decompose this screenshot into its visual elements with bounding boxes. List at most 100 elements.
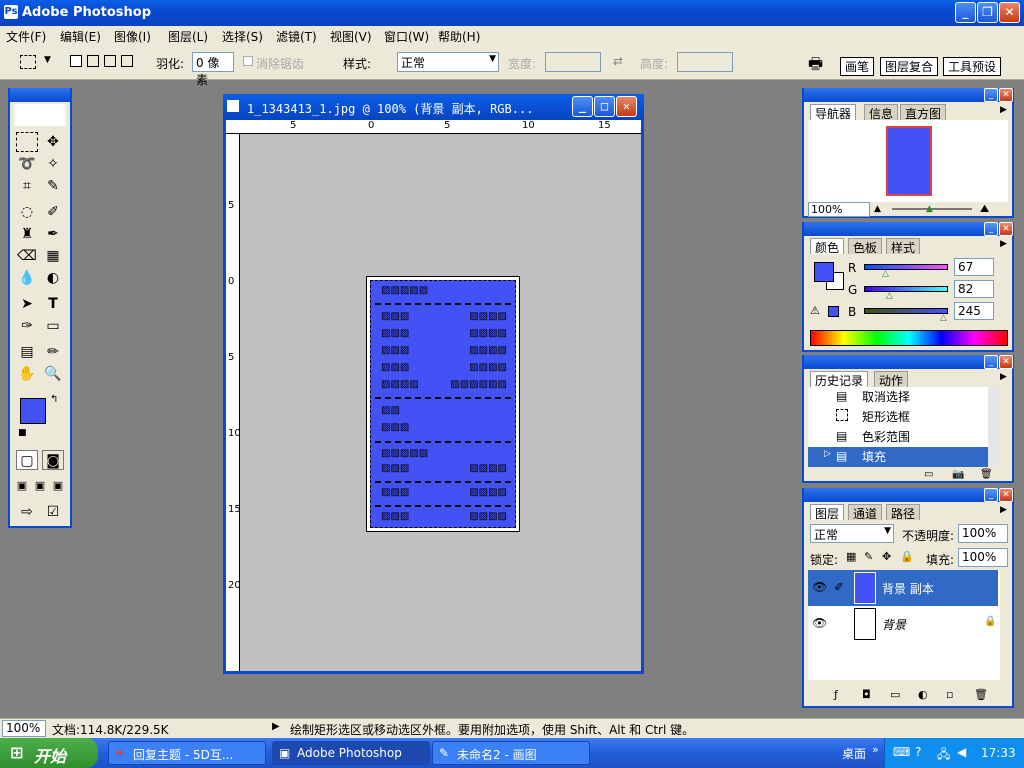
tab-layer-comps[interactable]: 图层复合 <box>880 57 939 76</box>
color-ramp[interactable] <box>810 330 1008 346</box>
hand-icon[interactable]: ✋ <box>16 364 38 384</box>
new-selection-icon[interactable] <box>70 55 82 67</box>
menu-edit[interactable]: 编辑(E) <box>60 28 101 45</box>
tab-histogram[interactable]: 直方图 <box>900 104 947 121</box>
navigator-zoom-input[interactable]: 100% <box>808 202 870 217</box>
tab-paths[interactable]: 路径 <box>886 504 921 521</box>
blend-mode-select[interactable]: 正常 ▼ <box>810 524 894 543</box>
r-slider-thumb[interactable]: △ <box>882 269 889 279</box>
tab-brushes[interactable]: 画笔 <box>840 57 875 76</box>
tab-styles[interactable]: 样式 <box>886 238 921 255</box>
status-zoom-input[interactable]: 100% <box>2 720 46 737</box>
doc-close-button[interactable]: ✕ <box>616 96 637 117</box>
menu-view[interactable]: 视图(V) <box>330 28 372 45</box>
status-doc-info[interactable]: 文档:114.8K/229.5K <box>52 721 169 738</box>
type-tool-icon[interactable]: T <box>42 294 64 314</box>
history-brush-icon[interactable]: ✒ <box>42 224 64 244</box>
history-item[interactable]: ▤ 色彩范围 <box>808 427 998 447</box>
brush-link-icon[interactable]: ✐ <box>834 580 844 594</box>
notes-icon[interactable]: ▤ <box>16 342 38 362</box>
zoom-in-icon[interactable]: ⛰ <box>980 202 989 216</box>
blur-icon[interactable]: 💧 <box>16 268 38 288</box>
palette-close-button[interactable]: ✕ <box>999 88 1013 102</box>
new-layer-icon[interactable]: ▫ <box>946 688 953 701</box>
swap-icon[interactable]: ⇄ <box>613 54 623 68</box>
doc-maximize-button[interactable]: □ <box>594 96 615 117</box>
taskbar-item[interactable]: ✎ 未命名2 - 画图 <box>432 741 590 765</box>
tab-actions[interactable]: 动作 <box>874 371 909 388</box>
tab-navigator[interactable]: 导航器 <box>810 104 857 121</box>
style-select[interactable]: 正常 ▼ <box>397 52 499 72</box>
layer-style-icon[interactable]: ƒ <box>834 688 838 701</box>
adjustment-layer-icon[interactable]: ◐ <box>918 688 928 701</box>
menu-file[interactable]: 文件(F) <box>6 28 46 45</box>
lock-pixels-icon[interactable]: ✎ <box>864 550 873 563</box>
help-icon[interactable]: ? <box>915 745 921 759</box>
tab-color[interactable]: 颜色 <box>810 238 845 255</box>
palette-close-button[interactable]: ✕ <box>999 222 1013 236</box>
eye-icon[interactable]: 👁 <box>812 580 827 594</box>
tab-layers[interactable]: 图层 <box>810 504 845 521</box>
lock-transparency-icon[interactable]: ▦ <box>846 550 856 563</box>
feather-input[interactable]: 0 像素 <box>192 52 234 87</box>
desktop-toolbar-label[interactable]: 桌面 <box>842 745 866 762</box>
gamut-warning-icon[interactable]: ⚠ <box>810 304 820 317</box>
navigator-preview[interactable] <box>808 120 1008 202</box>
eyedropper-icon[interactable]: ✏ <box>42 342 64 362</box>
history-item[interactable]: 矩形选框 <box>808 407 998 427</box>
height-input[interactable] <box>677 52 733 72</box>
dodge-icon[interactable]: ◐ <box>42 268 64 288</box>
palette-menu-icon[interactable]: ▶ <box>1000 372 1007 382</box>
gamut-color-chip[interactable] <box>828 306 839 317</box>
back-arrow-icon[interactable]: ◀ <box>957 745 966 759</box>
width-input[interactable] <box>545 52 601 72</box>
palette-well-icon[interactable]: 🖶 <box>808 53 823 80</box>
path-select-icon[interactable]: ➤ <box>16 294 38 314</box>
r-slider[interactable] <box>864 264 948 270</box>
slice-icon[interactable]: ✎ <box>42 176 64 196</box>
navigator-view-box[interactable] <box>886 126 932 196</box>
canvas-image[interactable]: ▨▨▨▨▨ ▨▨▨ ▨▨▨▨ ▨▨▨ ▨▨▨▨ ▨▨▨ ▨▨▨▨ ▨▨▨ ▨▨▨▨ ▨▨… <box>366 276 520 532</box>
palette-minimize-button[interactable]: _ <box>984 88 998 102</box>
marquee-preset-icon[interactable] <box>20 55 36 69</box>
pen-icon[interactable]: ✑ <box>16 316 38 336</box>
b-slider-thumb[interactable]: △ <box>940 313 947 323</box>
rect-marquee-icon[interactable] <box>16 132 38 152</box>
healing-brush-icon[interactable]: ◌ <box>16 202 38 222</box>
tab-tool-presets[interactable]: 工具预设 <box>943 57 1002 76</box>
menu-window[interactable]: 窗口(W) <box>384 28 429 45</box>
palette-menu-icon[interactable]: ▶ <box>1000 505 1007 515</box>
restore-button[interactable]: ❐ <box>977 2 998 23</box>
palette-menu-icon[interactable]: ▶ <box>1000 105 1007 115</box>
eraser-icon[interactable]: ⌫ <box>16 246 38 266</box>
foreground-color-chip[interactable] <box>814 262 834 282</box>
lock-position-icon[interactable]: ✥ <box>882 550 891 563</box>
chevron-right-icon[interactable]: » <box>872 743 879 756</box>
doc-minimize-button[interactable]: _ <box>572 96 593 117</box>
history-scrollbar[interactable] <box>988 387 1000 467</box>
r-input[interactable]: 67 <box>954 258 994 276</box>
history-item[interactable]: ▤ 取消选择 <box>808 387 998 407</box>
opacity-input[interactable]: 100% <box>958 524 1008 543</box>
crop-icon[interactable]: ⌗ <box>16 176 38 196</box>
layer-row[interactable]: 👁 背景 🔒 <box>808 606 998 642</box>
b-input[interactable]: 245 <box>954 302 994 320</box>
imageready-icon[interactable]: ☑ <box>42 502 64 522</box>
gradient-icon[interactable]: ▦ <box>42 246 64 266</box>
intersect-selection-icon[interactable] <box>121 55 133 67</box>
eye-icon[interactable]: 👁 <box>812 616 827 630</box>
tab-history[interactable]: 历史记录 <box>810 371 869 388</box>
palette-menu-icon[interactable]: ▶ <box>1000 239 1007 249</box>
quick-mask-icon[interactable]: ◙ <box>42 450 64 470</box>
antialias-checkbox[interactable] <box>243 56 253 66</box>
shape-icon[interactable]: ▭ <box>42 316 64 336</box>
add-selection-icon[interactable] <box>87 55 99 67</box>
menu-help[interactable]: 帮助(H) <box>438 28 480 45</box>
layer-row-selected[interactable]: 👁 ✐ 背景 副本 <box>808 570 998 606</box>
fill-input[interactable]: 100% <box>958 548 1008 567</box>
tab-channels[interactable]: 通道 <box>848 504 883 521</box>
menu-select[interactable]: 选择(S) <box>222 28 263 45</box>
snapshot-icon[interactable]: 📷 <box>952 469 964 480</box>
subtract-selection-icon[interactable] <box>104 55 116 67</box>
default-colors-icon[interactable]: ■ <box>18 428 27 438</box>
